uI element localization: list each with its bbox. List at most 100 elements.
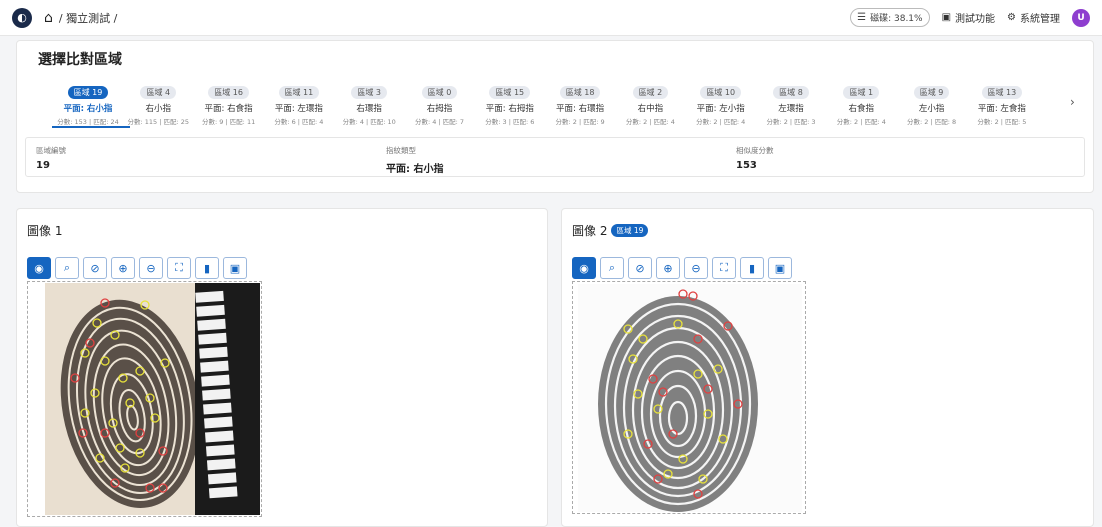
region-tab-name: 平面: 左小指	[696, 104, 745, 114]
region-tab-score: 分數: 2 | 匹配: 4	[625, 118, 675, 126]
save-button[interactable]: ▣	[768, 257, 792, 279]
eye-icon: ◉	[579, 261, 589, 275]
similarity-score-label: 相似度分數	[736, 146, 774, 155]
region-tab[interactable]: 區域 16 平面: 右食指 分數: 9 | 匹配: 11	[194, 80, 264, 126]
region-tab-badge: 區域 2	[632, 86, 669, 99]
search-detail-button[interactable]: ⌕	[55, 257, 79, 279]
home-icon[interactable]: ⌂	[44, 10, 53, 26]
region-tab[interactable]: 區域 1 右食指 分數: 2 | 匹配: 4	[826, 80, 896, 126]
region-tab-score: 分數: 2 | 匹配: 9	[555, 118, 605, 126]
region-tab-badge: 區域 18	[559, 86, 601, 99]
fingerprint-type-label: 指紋類型	[386, 146, 416, 155]
app-logo[interactable]: ◐	[12, 7, 32, 28]
section-title: 選擇比對區域	[38, 52, 122, 68]
zoom-out-button[interactable]: ⊖	[139, 257, 163, 279]
region-tab[interactable]: 區域 18 平面: 右環指 分數: 2 | 匹配: 9	[545, 80, 615, 126]
region-tab-score: 分數: 2 | 匹配: 4	[836, 118, 886, 126]
region-tab[interactable]: 區域 4 右小指 分數: 115 | 匹配: 25	[123, 80, 193, 126]
eye-off-button[interactable]: ⊘	[628, 257, 652, 279]
trash-icon: ▮	[203, 261, 211, 275]
image-1-title: 圖像 1	[27, 222, 62, 239]
image-1-toolbar: ◉ ⌕ ⊘ ⊕ ⊖ ⛶ ▮ ▣	[27, 257, 247, 279]
save-icon: ▣	[229, 261, 241, 275]
system-admin-button[interactable]: ⚙ 系統管理	[1007, 10, 1060, 25]
region-tab[interactable]: 區域 2 右中指分數: 2 | 匹配: 4	[615, 80, 685, 126]
search-detail-icon: ⌕	[63, 261, 71, 274]
region-info-panel: 區域編號 19 指紋類型 平面: 右小指 相似度分數 153	[25, 137, 1085, 177]
disk-usage-label: 磁碟: 38.1%	[870, 14, 923, 24]
region-tab-score: 分數: 4 | 匹配: 7	[414, 118, 465, 126]
save-button[interactable]: ▣	[223, 257, 247, 279]
region-tab-score: 分數: 3 | 匹配: 6	[485, 118, 535, 126]
zoom-out-icon: ⊖	[146, 261, 156, 275]
region-tab[interactable]: 區域 19 平面: 右小指 分數: 153 | 匹配: 24	[53, 80, 123, 126]
region-tab[interactable]: 區域 9 左小指 分數: 2 | 匹配: 8	[897, 80, 967, 126]
region-tab-name: 右環指	[356, 104, 382, 114]
chevron-right-icon[interactable]: ›	[1070, 95, 1075, 109]
region-tab-name: 平面: 左環指	[274, 104, 323, 114]
zoom-out-button[interactable]: ⊖	[684, 257, 708, 279]
region-tab[interactable]: 區域 8 左環指 分數: 2 | 匹配: 3	[756, 80, 826, 126]
fingerprint-image-1[interactable]	[45, 283, 260, 515]
trash-button[interactable]: ▮	[740, 257, 764, 279]
eye-off-button[interactable]: ⊘	[83, 257, 107, 279]
region-tab-score: 分數: 2 | 匹配: 5	[977, 118, 1027, 126]
region-tab-badge: 區域 4	[140, 86, 177, 99]
eye-off-icon: ⊘	[90, 261, 100, 275]
region-id-value: 19	[36, 160, 50, 171]
trash-icon: ▮	[748, 261, 756, 275]
region-tab-name: 平面: 右小指	[63, 104, 113, 114]
breadcrumb[interactable]: / 獨立測試 /	[59, 10, 117, 26]
region-tab-name: 左小指	[918, 104, 945, 114]
region-tab[interactable]: 區域 3 右環指 分數: 4 | 匹配: 10	[334, 80, 404, 126]
similarity-score-value: 153	[736, 160, 757, 171]
top-bar: ◐ ⌂ / 獨立測試 / ☰ 磁碟: 38.1% ▣ 測試功能 ⚙ 系統管理 U	[0, 0, 1102, 36]
region-chip: 區域 19	[611, 224, 649, 237]
region-tab-name: 左環指	[778, 104, 804, 114]
save-icon: ▣	[774, 261, 786, 275]
region-tab-score: 分數: 2 | 匹配: 4	[696, 118, 746, 126]
region-tab-badge: 區域 3	[351, 86, 387, 99]
trash-button[interactable]: ▮	[195, 257, 219, 279]
region-tab-badge: 區域 1	[843, 86, 880, 99]
region-tab[interactable]: 區域 15 平面: 右拇指 分數: 3 | 匹配: 6	[475, 80, 545, 126]
eye-button[interactable]: ◉	[572, 257, 596, 279]
region-tab-name: 平面: 左食指	[977, 104, 1026, 114]
region-tab-score: 分數: 6 | 匹配: 4	[274, 118, 324, 126]
zoom-in-button[interactable]: ⊕	[111, 257, 135, 279]
image-2-title: 圖像 2 區域 19	[572, 222, 649, 239]
region-tab[interactable]: 區域 0 右拇指分數: 4 | 匹配: 7	[405, 80, 475, 126]
fullscreen-button[interactable]: ⛶	[712, 257, 736, 279]
region-tab-score: 分數: 9 | 匹配: 11	[201, 118, 256, 126]
region-tab-score: 分數: 153 | 匹配: 24	[57, 118, 119, 126]
region-tab[interactable]: 區域 13 平面: 左食指 分數: 2 | 匹配: 5	[967, 80, 1037, 126]
image-2-title-text: 圖像 2	[572, 224, 608, 238]
test-function-label: 測試功能	[955, 14, 996, 25]
region-tab-score: 分數: 2 | 匹配: 3	[766, 118, 816, 126]
region-tab-score: 分數: 2 | 匹配: 8	[907, 118, 957, 126]
region-tab[interactable]: 區域 10 平面: 左小指 分數: 2 | 匹配: 4	[686, 80, 756, 126]
chart-icon: ▣	[941, 12, 952, 23]
image-2-toolbar: ◉ ⌕ ⊘ ⊕ ⊖ ⛶ ▮ ▣	[572, 257, 792, 279]
avatar[interactable]: U	[1072, 8, 1090, 27]
search-detail-button[interactable]: ⌕	[600, 257, 624, 279]
region-tab-name: 右中指	[637, 104, 664, 114]
zoom-in-button[interactable]: ⊕	[656, 257, 680, 279]
region-tab[interactable]: 區域 11 平面: 左環指 分數: 6 | 匹配: 4	[264, 80, 334, 126]
region-tab-badge: 區域 19	[67, 86, 109, 99]
region-tab-badge: 區域 0	[421, 86, 458, 99]
eye-icon: ◉	[34, 261, 44, 275]
active-tab-indicator	[52, 126, 130, 128]
region-tab-name: 平面: 右拇指	[485, 104, 534, 114]
region-tab-badge: 區域 10	[700, 86, 742, 99]
fingerprint-image-2[interactable]	[578, 284, 802, 512]
region-id-label: 區域編號	[36, 146, 66, 155]
eye-off-icon: ⊘	[635, 261, 645, 275]
zoom-out-icon: ⊖	[691, 261, 701, 275]
test-function-button[interactable]: ▣ 測試功能	[942, 10, 995, 25]
region-tab-badge: 區域 16	[208, 86, 249, 99]
region-tab-name: 右拇指	[426, 104, 453, 114]
eye-button[interactable]: ◉	[27, 257, 51, 279]
fullscreen-button[interactable]: ⛶	[167, 257, 191, 279]
region-tab-name: 平面: 右環指	[556, 104, 605, 114]
